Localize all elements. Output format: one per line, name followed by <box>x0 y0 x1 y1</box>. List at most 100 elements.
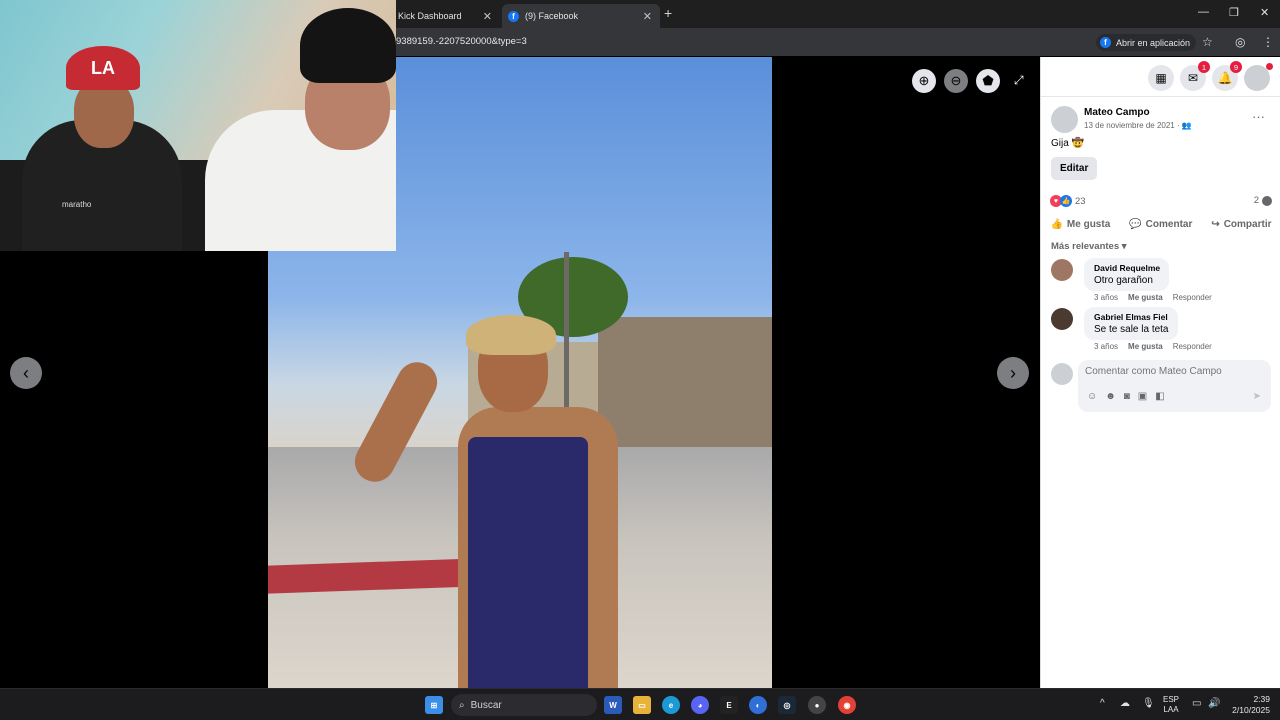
zoom-out-button[interactable]: ⊖ <box>944 69 968 93</box>
thumbs-up-icon: 👍 <box>1050 218 1063 230</box>
like-label: Me gusta <box>1066 218 1111 230</box>
commenter-avatar[interactable] <box>1051 308 1073 330</box>
like-reaction-icon: 👍 <box>1060 195 1072 207</box>
post-side-panel: ▦ ✉ 1 🔔 9 Mateo Campo 13 de noviembre de… <box>1040 57 1280 688</box>
previous-photo-button[interactable]: ‹ <box>10 357 42 389</box>
send-icon[interactable]: ➤ <box>1253 391 1261 402</box>
gif-icon[interactable]: ▣ <box>1138 391 1147 402</box>
comments-count[interactable]: 2 <box>1254 195 1272 206</box>
zoom-in-button[interactable]: ⊕ <box>912 69 936 93</box>
avatar-sticker-icon[interactable]: ☺ <box>1087 391 1097 402</box>
sort-label: Más relevantes <box>1051 241 1120 252</box>
epic-games-icon[interactable]: E <box>720 696 738 714</box>
edit-post-button[interactable]: Editar <box>1051 157 1098 180</box>
tab-facebook[interactable]: f (9) Facebook ✕ <box>502 4 660 28</box>
windows-taskbar: ⊞ ⌕ Buscar W ▭ e ◕ E ◐ ◎ ● ◉ ^ ☁ 🎙 ESP L… <box>0 688 1280 720</box>
facebook-top-bar: ▦ ✉ 1 🔔 9 <box>1041 57 1280 97</box>
comment-button[interactable]: 💬 Comentar <box>1129 219 1192 230</box>
profile-icon[interactable]: ◎ <box>1235 35 1245 49</box>
comment-bubble: David Requelme Otro garañon <box>1084 258 1170 291</box>
volume-icon[interactable]: 🔊 <box>1208 698 1220 709</box>
windows-start-icon[interactable]: ⊞ <box>425 696 443 714</box>
comment-meta: 3 años Me gusta Responder <box>1094 342 1212 351</box>
comment-label: Comentar <box>1145 218 1193 230</box>
tag-photo-button[interactable]: ⬟ <box>976 69 1000 93</box>
comment-reply-button[interactable]: Responder <box>1173 342 1212 351</box>
tab-label: Kick Dashboard <box>398 11 462 21</box>
comment-reply-button[interactable]: Responder <box>1173 293 1212 302</box>
app-icon[interactable]: ◐ <box>749 696 767 714</box>
sticker-icon[interactable]: ◧ <box>1155 391 1164 402</box>
taskbar-search[interactable]: ⌕ Buscar <box>451 694 597 716</box>
post-date[interactable]: 13 de noviembre de 2021 · 👥 <box>1084 121 1192 130</box>
comment-like-button[interactable]: Me gusta <box>1128 342 1163 351</box>
comment-icon: 💬 <box>1129 218 1142 230</box>
photo-overalls <box>468 437 588 688</box>
messenger-icon[interactable]: ✉ 1 <box>1180 61 1210 91</box>
menu-grid-icon[interactable]: ▦ <box>1148 65 1174 91</box>
comment-time[interactable]: 3 años <box>1094 342 1118 351</box>
close-window-button[interactable]: ✕ <box>1260 6 1269 19</box>
url-field[interactable]: 9389159.-2207520000&type=3 <box>396 36 527 47</box>
language-indicator[interactable]: ESP LAA <box>1163 695 1179 715</box>
comment-sort-dropdown[interactable]: Más relevantes ▾ <box>1051 241 1127 252</box>
close-tab-icon[interactable]: ✕ <box>483 10 492 23</box>
post-author[interactable]: Mateo Campo <box>1084 107 1150 118</box>
post-text: Gija 🤠 <box>1051 138 1085 149</box>
reactions-summary[interactable]: ♥ 👍 23 <box>1050 195 1086 207</box>
onedrive-icon[interactable]: ☁ <box>1120 698 1130 709</box>
webcam-overlay: LA maratho <box>0 0 396 251</box>
next-photo-button[interactable]: › <box>997 357 1029 389</box>
comment-item: Gabriel Elmas Fiel Se te sale la teta 3 … <box>1051 307 1276 355</box>
commenter-avatar[interactable] <box>1051 259 1073 281</box>
comments-count-value: 2 <box>1253 195 1259 206</box>
post-options-icon[interactable]: ··· <box>1252 109 1265 124</box>
file-explorer-icon[interactable]: ▭ <box>633 696 651 714</box>
comment-bubble-icon <box>1262 195 1272 206</box>
comment-input[interactable] <box>1085 366 1260 377</box>
edge-icon[interactable]: e <box>662 696 680 714</box>
display-icon[interactable]: ▭ <box>1192 698 1201 709</box>
discord-icon[interactable]: ◕ <box>691 696 709 714</box>
restore-button[interactable]: ❐ <box>1229 6 1239 19</box>
comment-time[interactable]: 3 años <box>1094 293 1118 302</box>
browser-menu-icon[interactable]: ⋮ <box>1262 35 1274 49</box>
notifications-bell-icon[interactable]: 🔔 9 <box>1212 61 1242 91</box>
language-code: ESP <box>1163 695 1180 704</box>
camera-icon[interactable]: ◙ <box>1124 391 1130 402</box>
comment-text: Otro garañon <box>1094 275 1153 286</box>
shirt-brand: maratho <box>62 200 92 209</box>
share-button[interactable]: ↪ Compartir <box>1211 219 1271 230</box>
reaction-count: 23 <box>1075 195 1086 207</box>
comment-bubble: Gabriel Elmas Fiel Se te sale la teta <box>1084 307 1178 340</box>
commenter-name[interactable]: Gabriel Elmas Fiel <box>1094 312 1169 322</box>
app-record-icon[interactable]: ● <box>808 696 826 714</box>
facebook-icon: f <box>1100 37 1111 48</box>
streamer-cap: LA <box>66 46 140 90</box>
fullscreen-button[interactable]: ⤢ <box>1014 73 1024 88</box>
composer-avatar[interactable] <box>1051 363 1073 385</box>
keyboard-layout: LAA <box>1163 705 1179 714</box>
close-tab-icon[interactable]: ✕ <box>643 10 652 23</box>
minimize-button[interactable]: — <box>1198 6 1209 18</box>
comment-meta: 3 años Me gusta Responder <box>1094 293 1212 302</box>
bookmark-star-icon[interactable]: ☆ <box>1202 35 1213 49</box>
chevron-down-icon: ▾ <box>1121 241 1127 252</box>
share-label: Compartir <box>1223 218 1272 230</box>
tab-kick-dashboard[interactable]: Kick Dashboard ✕ <box>392 4 500 28</box>
chrome-icon[interactable]: ◉ <box>838 696 856 714</box>
system-clock[interactable]: 2:39 2/10/2025 <box>1226 694 1270 716</box>
show-hidden-icons[interactable]: ^ <box>1100 698 1105 709</box>
microphone-icon[interactable]: 🎙 <box>1142 698 1155 709</box>
like-button[interactable]: 👍 Me gusta <box>1050 219 1110 230</box>
open-in-app-button[interactable]: f Abrir en aplicación <box>1096 34 1197 51</box>
emoji-icon[interactable]: ☻ <box>1105 391 1116 402</box>
comment-like-button[interactable]: Me gusta <box>1128 293 1163 302</box>
new-tab-button[interactable]: + <box>664 5 672 21</box>
word-icon[interactable]: W <box>604 696 622 714</box>
steam-icon[interactable]: ◎ <box>778 696 796 714</box>
account-avatar[interactable] <box>1244 63 1273 91</box>
photo-hat <box>466 315 556 355</box>
commenter-name[interactable]: David Requelme <box>1094 263 1160 273</box>
author-avatar[interactable] <box>1051 106 1078 133</box>
